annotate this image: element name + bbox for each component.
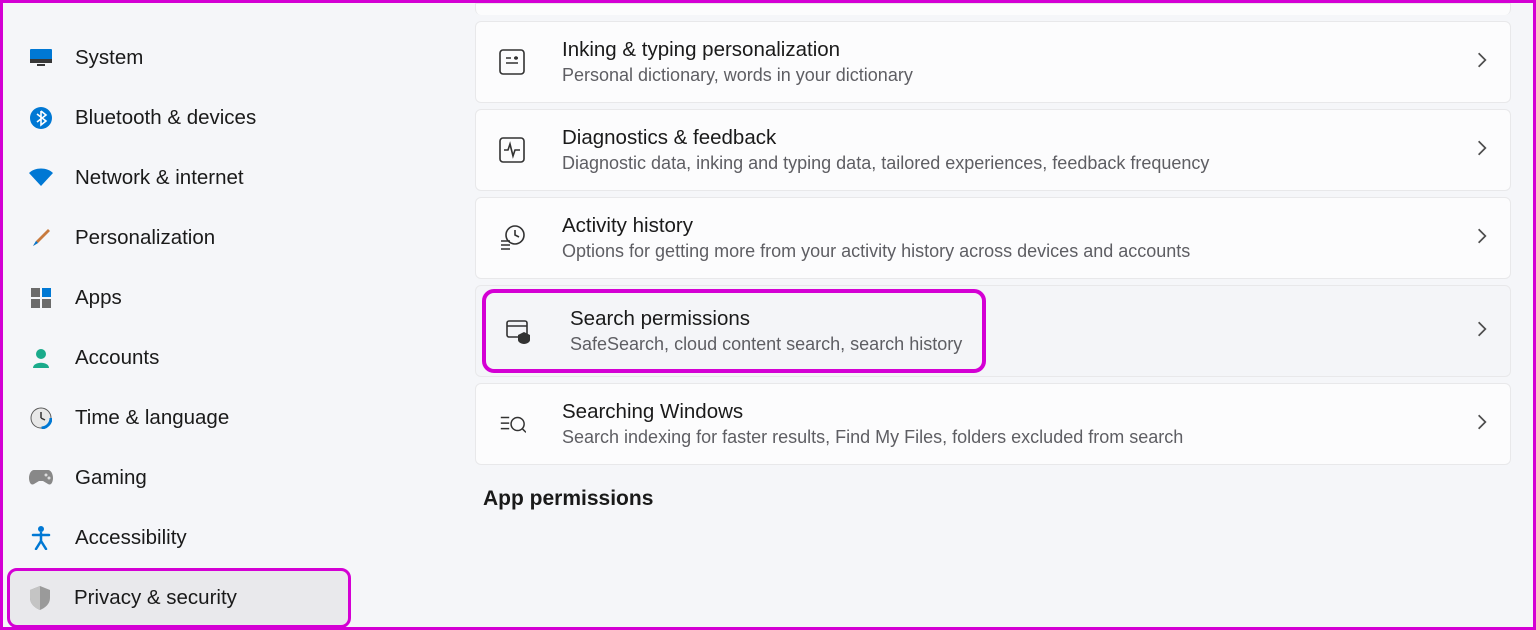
sidebar-item-label: Gaming (75, 466, 147, 490)
card-desc: SafeSearch, cloud content search, search… (570, 334, 962, 355)
sidebar-item-personalization[interactable]: Personalization (11, 208, 413, 268)
searching-windows-icon (498, 410, 526, 438)
card-title: Activity history (562, 214, 1476, 238)
wifi-icon (29, 166, 53, 190)
chevron-right-icon (1476, 413, 1488, 436)
sidebar-item-accessibility[interactable]: Accessibility (11, 508, 413, 568)
card-desc: Diagnostic data, inking and typing data,… (562, 153, 1476, 174)
sidebar-item-system[interactable]: System (11, 28, 413, 88)
sidebar-item-label: Personalization (75, 226, 215, 250)
sidebar-item-time-language[interactable]: Time & language (11, 388, 413, 448)
card-inking-typing[interactable]: Inking & typing personalization Personal… (475, 21, 1511, 103)
accessibility-icon (29, 526, 53, 550)
card-searching-windows[interactable]: Searching Windows Search indexing for fa… (475, 383, 1511, 465)
shield-icon (28, 586, 52, 610)
card-partial-top (475, 3, 1511, 15)
apps-icon (29, 286, 53, 310)
card-text: Inking & typing personalization Personal… (562, 38, 1476, 86)
card-desc: Personal dictionary, words in your dicti… (562, 65, 1476, 86)
chevron-right-icon (1476, 139, 1488, 162)
search-permissions-icon (506, 317, 534, 345)
sidebar-item-label: Apps (75, 286, 122, 310)
sidebar-item-label: Bluetooth & devices (75, 106, 256, 130)
sidebar-item-label: Network & internet (75, 166, 244, 190)
accounts-icon (29, 346, 53, 370)
system-icon (29, 46, 53, 70)
chevron-right-icon (1476, 227, 1488, 250)
sidebar-item-label: System (75, 46, 143, 70)
card-title: Diagnostics & feedback (562, 126, 1476, 150)
card-text: Activity history Options for getting mor… (562, 214, 1476, 262)
card-desc: Search indexing for faster results, Find… (562, 427, 1476, 448)
diagnostics-icon (498, 136, 526, 164)
chevron-right-icon (1476, 320, 1488, 343)
sidebar-item-privacy-security[interactable]: Privacy & security (7, 568, 351, 628)
sidebar-item-gaming[interactable]: Gaming (11, 448, 413, 508)
sidebar-item-label: Time & language (75, 406, 229, 430)
clock-icon (29, 406, 53, 430)
card-text: Search permissions SafeSearch, cloud con… (570, 307, 962, 355)
card-title: Search permissions (570, 307, 962, 331)
sidebar-item-label: Accounts (75, 346, 159, 370)
main-content: Inking & typing personalization Personal… (421, 3, 1533, 627)
sidebar-item-apps[interactable]: Apps (11, 268, 413, 328)
sidebar-item-label: Privacy & security (74, 586, 237, 610)
chevron-right-icon (1476, 51, 1488, 74)
card-text: Searching Windows Search indexing for fa… (562, 400, 1476, 448)
inking-typing-icon (498, 48, 526, 76)
card-diagnostics-feedback[interactable]: Diagnostics & feedback Diagnostic data, … (475, 109, 1511, 191)
sidebar: System Bluetooth & devices Network & int… (3, 3, 421, 627)
bluetooth-icon (29, 106, 53, 130)
paintbrush-icon (29, 226, 53, 250)
card-title: Inking & typing personalization (562, 38, 1476, 62)
section-heading-app-permissions: App permissions (483, 487, 1511, 511)
gaming-icon (29, 466, 53, 490)
card-title: Searching Windows (562, 400, 1476, 424)
sidebar-item-accounts[interactable]: Accounts (11, 328, 413, 388)
sidebar-item-network[interactable]: Network & internet (11, 148, 413, 208)
card-desc: Options for getting more from your activ… (562, 241, 1476, 262)
sidebar-item-label: Accessibility (75, 526, 187, 550)
sidebar-item-bluetooth[interactable]: Bluetooth & devices (11, 88, 413, 148)
activity-history-icon (498, 224, 526, 252)
card-search-permissions-row[interactable]: Search permissions SafeSearch, cloud con… (475, 285, 1511, 377)
card-text: Diagnostics & feedback Diagnostic data, … (562, 126, 1476, 174)
card-activity-history[interactable]: Activity history Options for getting mor… (475, 197, 1511, 279)
